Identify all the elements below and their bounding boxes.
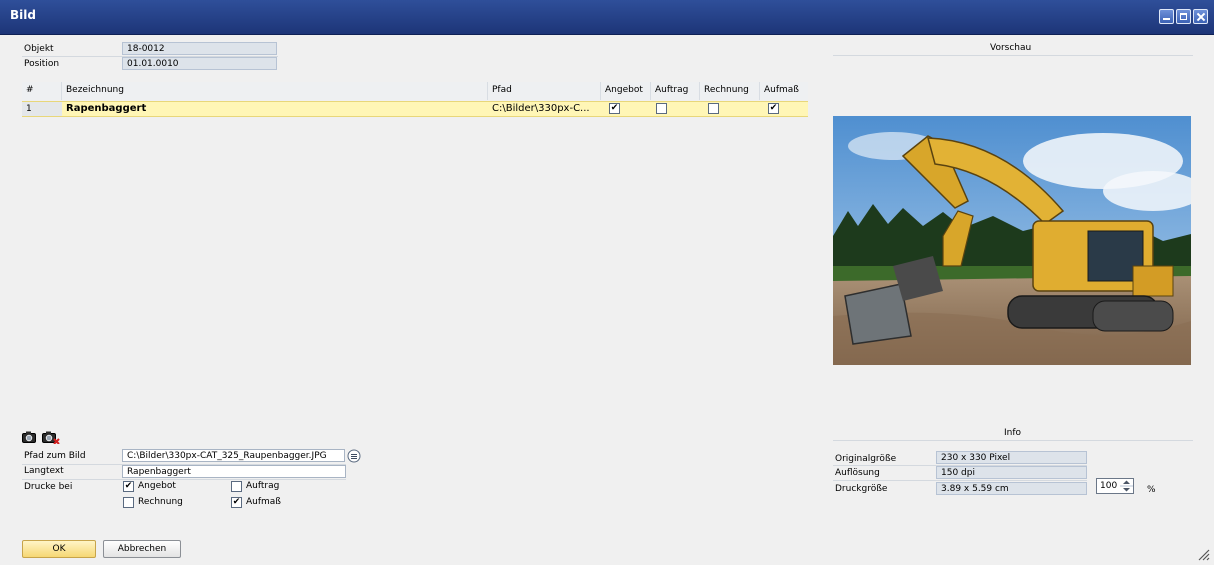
print-auftrag-label: Auftrag — [246, 481, 280, 491]
camera-add-icon[interactable] — [22, 431, 36, 443]
row-angebot-checkbox[interactable]: ✔ — [609, 103, 620, 114]
zoom-unit: % — [1147, 485, 1156, 495]
divider — [833, 480, 1087, 481]
divider — [833, 55, 1193, 56]
table-row[interactable]: 1 Rapenbaggert C:\Bilder\330px-C... ✔ ✔ — [22, 101, 808, 117]
objekt-field[interactable]: 18-0012 — [122, 42, 277, 55]
print-rechnung-label: Rechnung — [138, 497, 183, 507]
title-bar[interactable]: Bild — [0, 0, 1214, 35]
druckgroesse-label: Druckgröße — [835, 484, 888, 494]
row-number: 1 — [22, 102, 62, 116]
originalgroesse-label: Originalgröße — [835, 454, 897, 464]
maximize-icon[interactable] — [1176, 9, 1191, 24]
aufloesung-field: 150 dpi — [936, 466, 1087, 479]
col-header-bezeichnung[interactable]: Bezeichnung — [62, 82, 488, 100]
col-header-auftrag[interactable]: Auftrag — [651, 82, 700, 100]
row-aufmass-checkbox[interactable]: ✔ — [768, 103, 779, 114]
druckgroesse-field: 3.89 x 5.59 cm — [936, 482, 1087, 495]
ok-button[interactable]: OK — [22, 540, 96, 558]
objekt-label: Objekt — [24, 44, 54, 54]
position-label: Position — [24, 59, 60, 69]
print-rechnung-checkbox[interactable] — [123, 497, 134, 508]
col-header-num[interactable]: # — [22, 82, 62, 100]
print-auftrag-checkbox[interactable] — [231, 481, 242, 492]
divider — [833, 440, 1193, 441]
row-pfad[interactable]: C:\Bilder\330px-C... — [488, 102, 601, 116]
col-header-aufmass[interactable]: Aufmaß — [760, 82, 808, 100]
image-table-header: # Bezeichnung Pfad Angebot Auftrag Rechn… — [22, 82, 808, 100]
langtext-input[interactable]: Rapenbaggert — [122, 465, 346, 478]
pfad-input[interactable]: C:\Bilder\330px-CAT_325_Raupenbagger.JPG — [122, 449, 345, 462]
row-auftrag-checkbox[interactable] — [656, 103, 667, 114]
langtext-label: Langtext — [24, 466, 64, 476]
cancel-button[interactable]: Abbrechen — [103, 540, 181, 558]
stepper-arrows-icon[interactable] — [1120, 479, 1133, 493]
browse-icon[interactable] — [347, 449, 361, 463]
row-bezeichnung[interactable]: Rapenbaggert — [62, 102, 488, 116]
col-header-angebot[interactable]: Angebot — [601, 82, 651, 100]
print-angebot-label: Angebot — [138, 481, 176, 491]
print-aufmass-label: Aufmaß — [246, 497, 281, 507]
zoom-value[interactable]: 100 — [1100, 481, 1117, 491]
resize-grip-icon[interactable] — [1196, 547, 1210, 561]
aufloesung-label: Auflösung — [835, 468, 880, 478]
pfad-label: Pfad zum Bild — [24, 451, 86, 461]
minimize-icon[interactable] — [1159, 9, 1174, 24]
print-aufmass-checkbox[interactable]: ✔ — [231, 497, 242, 508]
camera-delete-icon[interactable] — [42, 430, 60, 444]
divider — [22, 479, 346, 480]
originalgroesse-field: 230 x 330 Pixel — [936, 451, 1087, 464]
drucke-label: Drucke bei — [24, 482, 73, 492]
print-angebot-checkbox[interactable]: ✔ — [123, 481, 134, 492]
info-title: Info — [1004, 428, 1022, 438]
preview-title: Vorschau — [990, 43, 1032, 53]
window-title: Bild — [10, 8, 36, 22]
row-rechnung-checkbox[interactable] — [708, 103, 719, 114]
close-icon[interactable] — [1193, 9, 1208, 24]
col-header-pfad[interactable]: Pfad — [488, 82, 601, 100]
col-header-rechnung[interactable]: Rechnung — [700, 82, 760, 100]
position-field[interactable]: 01.01.0010 — [122, 57, 277, 70]
excavator-photo — [833, 116, 1191, 365]
